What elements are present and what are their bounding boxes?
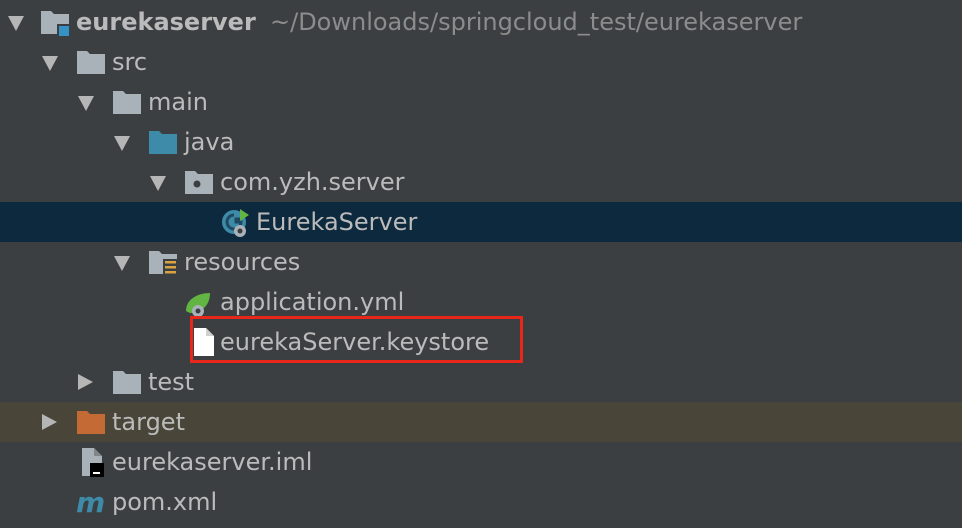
module-path: ~/Downloads/springcloud_test/eurekaserve… (270, 8, 803, 36)
tree-row-src[interactable]: src (0, 42, 962, 82)
maven-icon: m (76, 486, 106, 519)
tree-item-label: java (184, 128, 235, 156)
collapse-arrow-icon[interactable] (78, 96, 94, 111)
svg-text:m: m (76, 487, 105, 517)
tree-item-label: main (148, 88, 208, 116)
collapse-arrow-icon[interactable] (114, 136, 130, 151)
collapse-arrow-icon[interactable] (42, 56, 58, 71)
tree-row-resources[interactable]: resources (0, 242, 962, 282)
tree-item-label: resources (184, 248, 301, 276)
tree-item-label: target (112, 408, 185, 436)
tree-row-eurekaserver-class[interactable]: EurekaServer (0, 202, 962, 242)
excluded-folder-icon (76, 407, 106, 437)
folder-icon (112, 367, 142, 397)
tree-row-target[interactable]: target (0, 402, 962, 442)
tree-row-test[interactable]: test (0, 362, 962, 402)
tree-item-label: eurekaserver.iml (112, 448, 313, 476)
tree-row-iml[interactable]: eurekaserver.iml (0, 442, 962, 482)
spring-boot-class-icon (220, 207, 250, 237)
expand-arrow-icon[interactable] (78, 374, 93, 390)
collapse-arrow-icon[interactable] (114, 256, 130, 271)
tree-row-java[interactable]: java (0, 122, 962, 162)
package-icon (184, 167, 214, 197)
project-tree: eurekaserver ~/Downloads/springcloud_tes… (0, 0, 962, 528)
tree-item-label: pom.xml (112, 488, 218, 516)
tree-item-label: test (148, 368, 195, 396)
tree-item-label: src (112, 48, 148, 76)
spring-yml-icon (184, 287, 214, 317)
tree-row-package[interactable]: com.yzh.server (0, 162, 962, 202)
tree-row-eurekaserver[interactable]: eurekaserver ~/Downloads/springcloud_tes… (0, 2, 962, 42)
collapse-arrow-icon[interactable] (150, 176, 166, 191)
tree-row-pom[interactable]: m pom.xml (0, 482, 962, 522)
module-folder-icon (40, 7, 70, 37)
module-name: eurekaserver (76, 8, 256, 36)
tree-item-label: EurekaServer (256, 208, 418, 236)
tree-row-main[interactable]: main (0, 82, 962, 122)
tree-item-label: com.yzh.server (220, 168, 405, 196)
collapse-arrow-icon[interactable] (8, 16, 24, 31)
iml-file-icon (78, 447, 108, 477)
source-folder-icon (148, 127, 178, 157)
highlight-box (190, 316, 523, 363)
folder-icon (76, 47, 106, 77)
resources-folder-icon (148, 247, 178, 277)
expand-arrow-icon[interactable] (42, 414, 57, 430)
folder-icon (112, 87, 142, 117)
